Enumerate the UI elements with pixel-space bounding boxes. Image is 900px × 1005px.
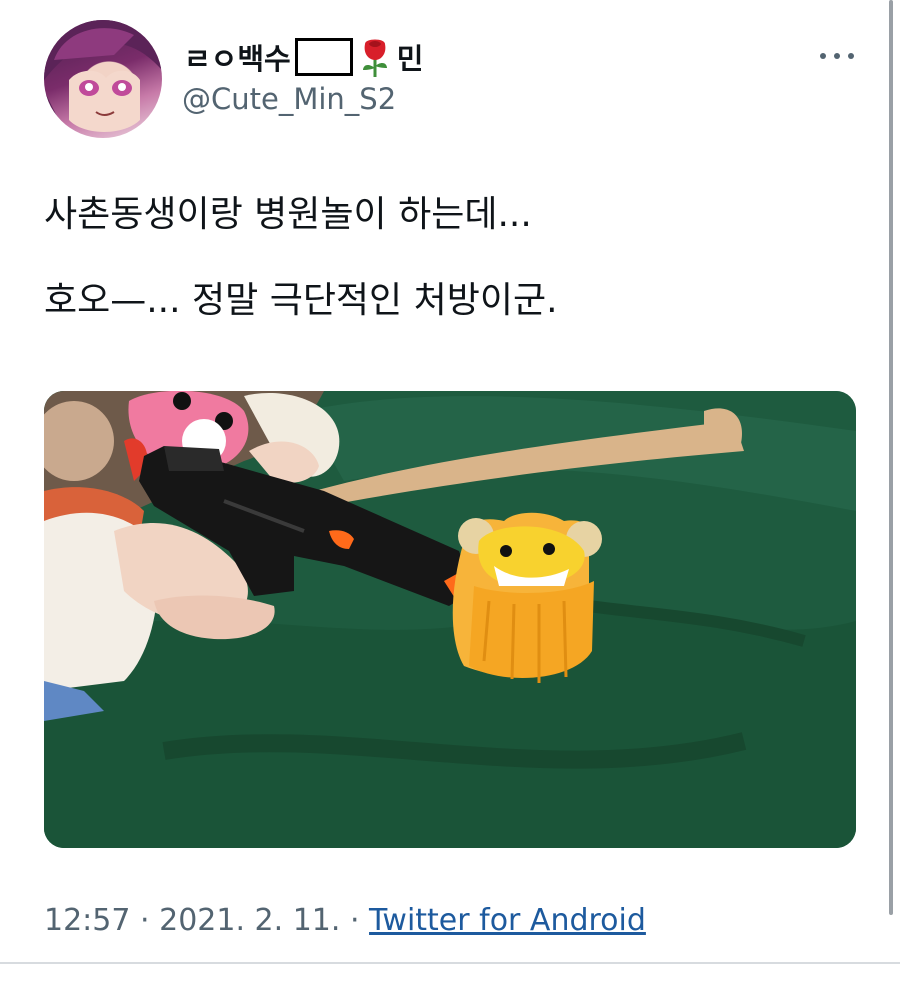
tweet-text-line: 사촌동생이랑 병원놀이 하는데...: [44, 194, 532, 235]
anime-avatar-image: [44, 20, 162, 138]
redaction-box: [294, 38, 353, 76]
tweet-meta: 12:57 · 2021. 2. 11. · Twitter for Andro…: [44, 903, 646, 938]
more-options-icon[interactable]: [820, 46, 854, 66]
photo-toy-gun-plush: [44, 391, 856, 848]
scrollbar[interactable]: [889, 0, 893, 915]
avatar[interactable]: [44, 20, 162, 138]
tweet-date: 2021. 2. 11.: [159, 903, 341, 938]
tweet-time: 12:57: [44, 903, 131, 938]
meta-separator: ·: [349, 903, 360, 938]
display-name[interactable]: ㄹㅇ백수 민: [184, 36, 423, 78]
divider: [0, 962, 900, 964]
meta-separator: ·: [140, 903, 150, 938]
rose-icon: [357, 36, 393, 78]
display-name-prefix: ㄹㅇ백수: [184, 42, 291, 76]
display-name-suffix: 민: [396, 42, 424, 76]
tweet-text-line: 호오—... 정말 극단적인 처방이군.: [44, 280, 558, 321]
user-handle[interactable]: @Cute_Min_S2: [182, 82, 396, 116]
tweet-source-link[interactable]: Twitter for Android: [369, 903, 646, 938]
tweet-text: 사촌동생이랑 병원놀이 하는데... 호오—... 정말 극단적인 처방이군.: [44, 192, 844, 364]
tweet-photo[interactable]: [44, 391, 856, 848]
